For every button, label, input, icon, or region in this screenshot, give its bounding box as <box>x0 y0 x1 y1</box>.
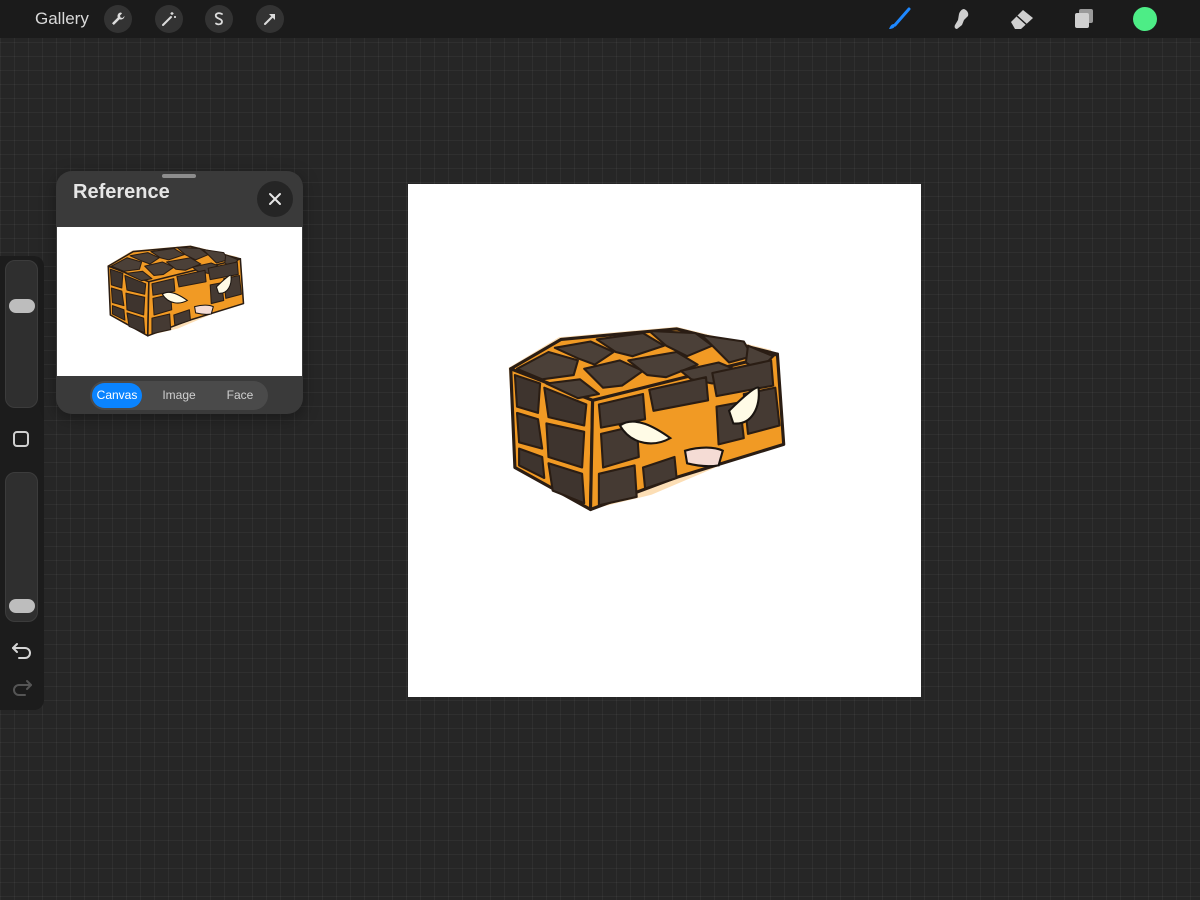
magic-wand-icon[interactable] <box>155 5 183 33</box>
canvas-artwork <box>507 325 786 512</box>
brush-size-thumb[interactable] <box>9 299 35 314</box>
undo-icon[interactable] <box>11 640 33 660</box>
opacity-thumb[interactable] <box>9 598 35 613</box>
panel-grabber[interactable] <box>162 174 196 178</box>
current-color-swatch[interactable] <box>1133 7 1157 31</box>
brush-size-slider[interactable] <box>5 260 38 408</box>
reference-mode-segmented-control: Canvas Image Face <box>90 381 268 410</box>
reference-image <box>57 227 302 376</box>
sidebar <box>0 256 44 710</box>
reference-title: Reference <box>73 181 170 203</box>
segment-image[interactable]: Image <box>152 383 206 408</box>
smudge-icon[interactable] <box>947 6 975 32</box>
top-toolbar: Gallery <box>0 0 1200 38</box>
transform-arrow-icon[interactable] <box>256 5 284 33</box>
drawing-canvas[interactable] <box>408 184 921 697</box>
close-icon[interactable] <box>257 181 293 217</box>
modify-button[interactable] <box>13 431 29 447</box>
selection-icon[interactable] <box>205 5 233 33</box>
opacity-slider[interactable] <box>5 472 38 622</box>
layers-icon[interactable] <box>1070 6 1098 32</box>
redo-icon[interactable] <box>11 677 33 697</box>
gallery-button[interactable]: Gallery <box>35 9 89 29</box>
eraser-icon[interactable] <box>1008 6 1036 32</box>
segment-canvas[interactable]: Canvas <box>92 383 142 408</box>
segment-face[interactable]: Face <box>214 383 266 408</box>
wrench-icon[interactable] <box>104 5 132 33</box>
brush-icon[interactable] <box>886 6 914 32</box>
reference-artwork <box>106 244 245 337</box>
reference-panel[interactable]: Reference Canvas Image Face <box>56 171 303 414</box>
